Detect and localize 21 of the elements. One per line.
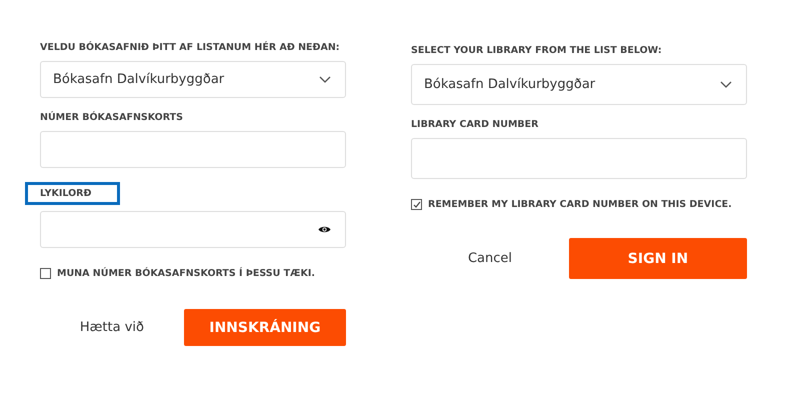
field-label: VELDU BÓKASAFNIÐ ÞITT AF LISTANUM HÉR AÐ NEÐAN: bbox=[40, 42, 340, 53]
cancel-button[interactable]: Hætta við bbox=[40, 319, 184, 336]
checkbox-label: MUNA NÚMER BÓKASAFNSKORTS Í ÞESSU TÆKI. bbox=[57, 268, 315, 279]
checkbox-label: REMEMBER MY LIBRARY CARD NUMBER ON THIS DEVICE. bbox=[428, 199, 732, 210]
password-field[interactable] bbox=[40, 211, 346, 248]
input-field[interactable] bbox=[411, 138, 747, 179]
checkbox[interactable] bbox=[40, 268, 51, 279]
field-label: SELECT YOUR LIBRARY FROM THE LIST BELOW: bbox=[411, 45, 662, 56]
field-label: LYKILORÐ bbox=[25, 182, 120, 205]
input-field[interactable] bbox=[40, 131, 346, 168]
chevron-down-icon bbox=[720, 80, 732, 88]
library-select[interactable]: Bókasafn Dalvíkurbyggðar bbox=[411, 64, 747, 105]
field-label: NÚMER BÓKASAFNSKORTS bbox=[40, 112, 183, 123]
field-label: LIBRARY CARD NUMBER bbox=[411, 119, 538, 130]
select-value: Bókasafn Dalvíkurbyggðar bbox=[424, 77, 596, 92]
chevron-down-icon bbox=[319, 76, 331, 84]
checkbox[interactable] bbox=[411, 199, 422, 210]
cancel-button[interactable]: Cancel bbox=[411, 250, 569, 267]
select-value: Bókasafn Dalvíkurbyggðar bbox=[53, 72, 226, 87]
library-select[interactable]: Bókasafn Dalvíkurbyggðar bbox=[40, 61, 346, 98]
eye-icon[interactable] bbox=[318, 225, 331, 234]
